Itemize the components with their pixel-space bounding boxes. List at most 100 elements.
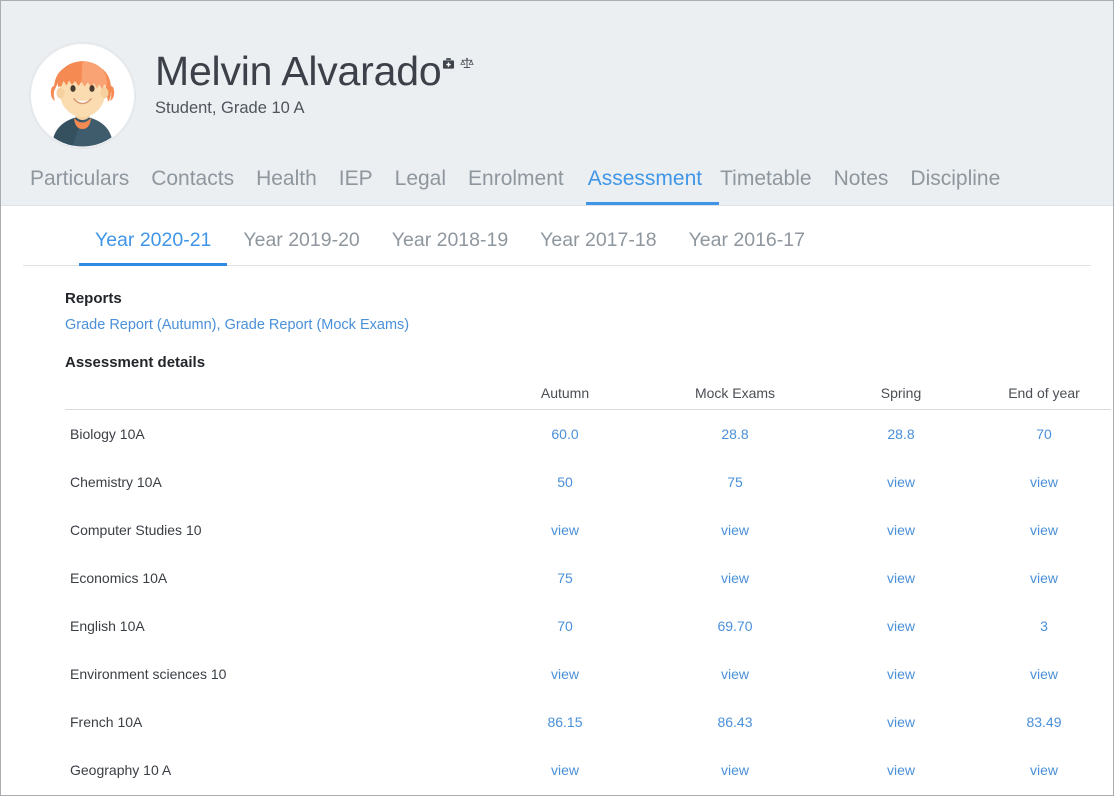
grade-cell-mock-exams: 28.8 [645,410,825,459]
grade-link[interactable]: view [887,474,915,490]
report-link-autumn[interactable]: Grade Report (Autumn) [65,317,217,333]
grade-link[interactable]: 70 [557,618,573,634]
grade-cell-spring: view [825,458,977,506]
year-tab-2017-18[interactable]: Year 2017-18 [524,229,672,266]
subject-name: English 10A [70,618,145,634]
report-links-separator: , [216,317,225,333]
grade-link[interactable]: view [551,666,579,682]
grade-link[interactable]: 86.43 [717,714,752,730]
grade-cell-mock-exams: view [645,746,825,794]
grade-cell-end-of-year: view [977,554,1111,602]
year-tabs: Year 2020-21 Year 2019-20 Year 2018-19 Y… [1,206,1113,266]
grade-link[interactable]: view [887,618,915,634]
grade-link[interactable]: view [1030,666,1058,682]
grade-link[interactable]: view [551,762,579,778]
student-profile-page: Melvin Alvarado Student, Grade 10 A Part… [0,0,1114,796]
report-link-mock-exams[interactable]: Grade Report (Mock Exams) [225,317,410,333]
page-title: Melvin Alvarado [155,48,442,94]
grade-cell-end-of-year: 83.49 [977,698,1111,746]
grade-cell-end-of-year: 3 [977,602,1111,650]
column-header-spring: Spring [825,385,977,410]
grade-link[interactable]: 75 [727,474,743,490]
column-header-end-of-year: End of year [977,385,1111,410]
medical-kit-icon[interactable] [442,57,455,70]
nav-item-enrolment[interactable]: Enrolment [468,166,585,205]
grade-cell-mock-exams: view [645,650,825,698]
table-header-row: Autumn Mock Exams Spring End of year [65,385,1111,410]
grade-cell-end-of-year: view [977,650,1111,698]
subject-name: Chemistry 10A [70,474,162,490]
nav-item-iep[interactable]: IEP [339,166,394,205]
nav-item-particulars[interactable]: Particulars [30,166,150,205]
grade-link[interactable]: view [887,522,915,538]
year-tab-2016-17[interactable]: Year 2016-17 [673,229,821,266]
table-row: Computer Studies 10 view view view view [65,506,1111,554]
nav-item-legal[interactable]: Legal [395,166,467,205]
grade-link[interactable]: 50 [557,474,573,490]
grade-cell-autumn: 60.0 [485,410,645,459]
person-subtitle: Student, Grade 10 A [155,99,305,118]
grade-link[interactable]: view [1030,570,1058,586]
name-block: Melvin Alvarado Student, Grade 10 A [155,43,479,118]
subject-name: French 10A [70,714,143,730]
grade-cell-spring: view [825,602,977,650]
subject-name: Environment sciences 10 [70,666,227,682]
grade-link[interactable]: view [721,522,749,538]
grade-link[interactable]: 60.0 [551,426,578,442]
grade-link[interactable]: 28.8 [887,426,914,442]
grade-cell-autumn: view [485,506,645,554]
grade-link[interactable]: view [551,522,579,538]
grade-link[interactable]: view [1030,474,1058,490]
year-tab-2020-21[interactable]: Year 2020-21 [79,229,228,266]
grade-cell-autumn: 50 [485,458,645,506]
year-tab-2019-20[interactable]: Year 2019-20 [227,229,375,266]
grade-cell-end-of-year: 70 [977,410,1111,459]
nav-item-contacts[interactable]: Contacts [151,166,255,205]
grade-link[interactable]: 83.49 [1026,714,1061,730]
subject-name: Geography 10 A [70,762,172,778]
grade-link[interactable]: 86.15 [547,714,582,730]
grade-link[interactable]: 70 [1036,426,1052,442]
identity-block: Melvin Alvarado Student, Grade 10 A [1,1,1113,148]
grade-link[interactable]: view [887,570,915,586]
report-links: Grade Report (Autumn), Grade Report (Moc… [65,317,1113,333]
grade-link[interactable]: view [721,762,749,778]
grade-link[interactable]: view [1030,522,1058,538]
grade-cell-end-of-year: view [977,458,1111,506]
column-header-subject [65,385,485,410]
avatar [30,43,135,148]
subject-name: Computer Studies 10 [70,522,202,538]
grade-link[interactable]: view [887,714,915,730]
nav-item-assessment[interactable]: Assessment [585,166,720,205]
year-tab-2018-19[interactable]: Year 2018-19 [376,229,524,266]
grade-cell-spring: view [825,554,977,602]
scales-of-justice-icon[interactable] [460,57,475,70]
grade-link[interactable]: 69.70 [717,618,752,634]
table-row: Geography 10 A view view view view [65,746,1111,794]
grade-link[interactable]: view [887,762,915,778]
grade-cell-spring: view [825,698,977,746]
nav-item-health[interactable]: Health [256,166,338,205]
grade-cell-spring: view [825,746,977,794]
grade-link[interactable]: view [887,666,915,682]
grade-link[interactable]: view [721,666,749,682]
grade-link[interactable]: view [721,570,749,586]
nav-item-notes[interactable]: Notes [834,166,910,205]
nav-item-timetable[interactable]: Timetable [720,166,832,205]
assessment-table: Autumn Mock Exams Spring End of year Bio… [65,385,1111,795]
grade-link[interactable]: 28.8 [721,426,748,442]
table-row: Biology 10A 60.0 28.8 28.8 70 [65,410,1111,459]
column-header-autumn: Autumn [485,385,645,410]
reports-heading: Reports [65,290,122,307]
main-nav: Particulars Contacts Health IEP Legal En… [30,166,1022,205]
grade-link[interactable]: 75 [557,570,573,586]
grade-link[interactable]: 3 [1040,618,1048,634]
grade-cell-autumn: 75 [485,554,645,602]
name-badges [442,57,479,75]
grade-link[interactable]: view [1030,762,1058,778]
table-row: English 10A 70 69.70 view 3 [65,602,1111,650]
assessment-details-heading: Assessment details [65,354,206,371]
grade-cell-end-of-year: view [977,746,1111,794]
table-row: Chemistry 10A 50 75 view view [65,458,1111,506]
nav-item-discipline[interactable]: Discipline [910,166,1021,205]
